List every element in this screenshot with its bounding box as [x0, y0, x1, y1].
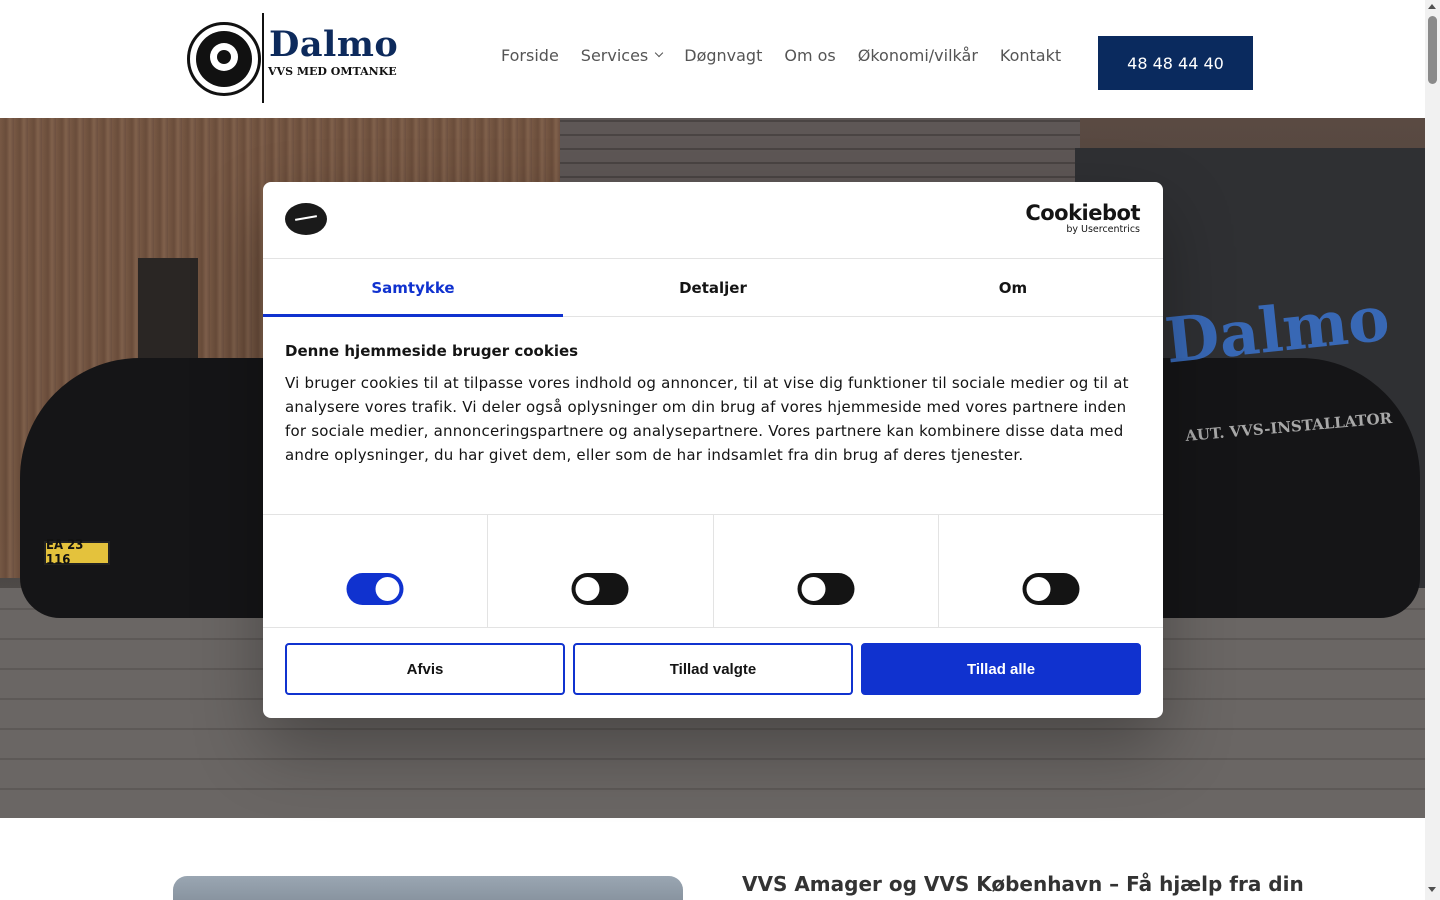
section-image	[173, 876, 683, 900]
dialog-title: Denne hjemmeside bruger cookies	[285, 342, 579, 360]
logo-divider	[262, 13, 264, 103]
phone-button[interactable]: 48 48 44 40	[1098, 36, 1253, 90]
nav-label: Forside	[501, 46, 559, 65]
tab-om[interactable]: Om	[863, 259, 1163, 316]
allow-selected-button[interactable]: Tillad valgte	[573, 643, 853, 695]
consent-toggle-4[interactable]	[1022, 573, 1080, 605]
cookiebot-brand-sub: by Usercentrics	[1066, 224, 1140, 235]
main-nav: Forside Services Døgnvagt Om os Økonomi/…	[501, 46, 1061, 65]
page-scrollbar[interactable]	[1425, 0, 1440, 900]
scroll-up-icon[interactable]	[1428, 4, 1436, 9]
consent-toggles	[263, 514, 1163, 628]
logo-wrench-icon	[187, 22, 261, 96]
dialog-body: Vi bruger cookies til at tilpasse vores …	[285, 374, 1129, 464]
logo-name: Dalmo	[269, 24, 399, 65]
nav-label: Økonomi/vilkår	[857, 46, 978, 65]
nav-label: Om os	[784, 46, 836, 65]
cookie-icon	[285, 203, 327, 235]
nav-item-okonomi[interactable]: Økonomi/vilkår	[858, 46, 978, 65]
toggle-cell	[714, 515, 939, 627]
nav-item-forside[interactable]: Forside	[501, 46, 559, 65]
tab-detaljer[interactable]: Detaljer	[563, 259, 863, 316]
cookie-consent-dialog: Cookiebot by Usercentrics Samtykke Detal…	[263, 182, 1163, 718]
nav-label: Døgnvagt	[684, 46, 763, 65]
toggle-cell	[263, 515, 489, 627]
nav-item-kontakt[interactable]: Kontakt	[1000, 46, 1061, 65]
cookiebot-brand-main: Cookiebot	[1025, 201, 1140, 225]
consent-toggle-2[interactable]	[571, 573, 629, 605]
nav-item-om-os[interactable]: Om os	[784, 46, 835, 65]
chevron-down-icon	[655, 48, 664, 57]
site-logo[interactable]: Dalmo VVS MED OMTANKE	[187, 12, 398, 104]
nav-label: Services	[580, 46, 649, 65]
site-header: Dalmo VVS MED OMTANKE Forside Services D…	[0, 0, 1425, 118]
scroll-down-icon[interactable]	[1428, 887, 1436, 892]
consent-toggle-1[interactable]	[346, 573, 404, 605]
nav-label: Kontakt	[999, 46, 1062, 65]
allow-all-button[interactable]: Tillad alle	[861, 643, 1141, 695]
toggle-cell	[939, 515, 1163, 627]
toggle-cell	[488, 515, 714, 627]
consent-toggle-3[interactable]	[797, 573, 855, 605]
dialog-header: Cookiebot by Usercentrics	[263, 182, 1163, 259]
tab-samtykke[interactable]: Samtykke	[263, 259, 563, 317]
reject-button[interactable]: Afvis	[285, 643, 565, 695]
dialog-buttons: Afvis Tillad valgte Tillad alle	[285, 643, 1141, 695]
cookiebot-brand[interactable]: Cookiebot by Usercentrics	[1025, 201, 1140, 235]
scroll-thumb[interactable]	[1428, 16, 1437, 84]
logo-tagline: VVS MED OMTANKE	[268, 65, 397, 78]
dialog-tabs: Samtykke Detaljer Om	[263, 259, 1163, 317]
nav-item-dognvagt[interactable]: Døgnvagt	[684, 46, 762, 65]
license-plate: EA 23 116	[44, 538, 110, 568]
nav-item-services[interactable]: Services	[580, 46, 664, 65]
section-title: VVS Amager og VVS København – Få hjælp f…	[742, 872, 1304, 896]
